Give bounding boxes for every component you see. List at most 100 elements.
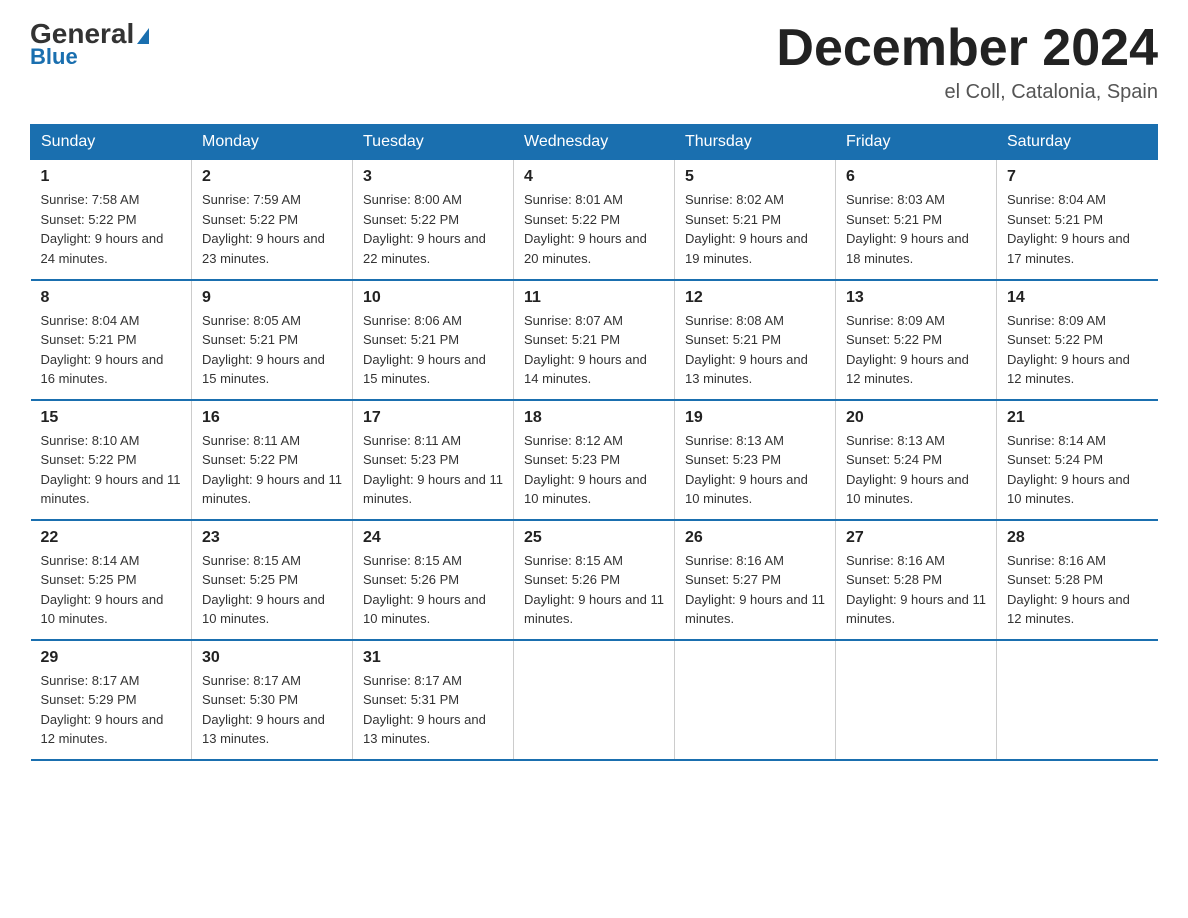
day-info: Sunrise: 8:15 AM Sunset: 5:26 PM Dayligh… [363,551,503,629]
day-info: Sunrise: 8:07 AM Sunset: 5:21 PM Dayligh… [524,311,664,389]
day-info: Sunrise: 8:16 AM Sunset: 5:27 PM Dayligh… [685,551,825,629]
week-row-5: 29 Sunrise: 8:17 AM Sunset: 5:29 PM Dayl… [31,640,1158,760]
calendar-cell: 3 Sunrise: 8:00 AM Sunset: 5:22 PM Dayli… [353,160,514,280]
calendar-cell [997,640,1158,760]
calendar-cell: 24 Sunrise: 8:15 AM Sunset: 5:26 PM Dayl… [353,520,514,640]
calendar-cell: 9 Sunrise: 8:05 AM Sunset: 5:21 PM Dayli… [192,280,353,400]
weekday-header-thursday: Thursday [675,125,836,160]
day-number: 12 [685,289,825,307]
calendar-cell: 13 Sunrise: 8:09 AM Sunset: 5:22 PM Dayl… [836,280,997,400]
calendar-cell: 10 Sunrise: 8:06 AM Sunset: 5:21 PM Dayl… [353,280,514,400]
calendar-cell: 31 Sunrise: 8:17 AM Sunset: 5:31 PM Dayl… [353,640,514,760]
calendar-cell: 21 Sunrise: 8:14 AM Sunset: 5:24 PM Dayl… [997,400,1158,520]
day-info: Sunrise: 8:04 AM Sunset: 5:21 PM Dayligh… [41,311,182,389]
header-row: SundayMondayTuesdayWednesdayThursdayFrid… [31,125,1158,160]
calendar-cell: 22 Sunrise: 8:14 AM Sunset: 5:25 PM Dayl… [31,520,192,640]
day-number: 27 [846,529,986,547]
day-info: Sunrise: 8:02 AM Sunset: 5:21 PM Dayligh… [685,190,825,268]
calendar-cell: 5 Sunrise: 8:02 AM Sunset: 5:21 PM Dayli… [675,160,836,280]
calendar-cell: 30 Sunrise: 8:17 AM Sunset: 5:30 PM Dayl… [192,640,353,760]
calendar-cell: 27 Sunrise: 8:16 AM Sunset: 5:28 PM Dayl… [836,520,997,640]
day-number: 9 [202,289,342,307]
day-info: Sunrise: 8:09 AM Sunset: 5:22 PM Dayligh… [1007,311,1148,389]
day-number: 25 [524,529,664,547]
day-info: Sunrise: 8:04 AM Sunset: 5:21 PM Dayligh… [1007,190,1148,268]
calendar-cell: 28 Sunrise: 8:16 AM Sunset: 5:28 PM Dayl… [997,520,1158,640]
calendar-cell: 4 Sunrise: 8:01 AM Sunset: 5:22 PM Dayli… [514,160,675,280]
week-row-3: 15 Sunrise: 8:10 AM Sunset: 5:22 PM Dayl… [31,400,1158,520]
day-info: Sunrise: 8:15 AM Sunset: 5:25 PM Dayligh… [202,551,342,629]
title-section: December 2024 el Coll, Catalonia, Spain [776,20,1158,104]
day-number: 29 [41,649,182,667]
day-info: Sunrise: 8:01 AM Sunset: 5:22 PM Dayligh… [524,190,664,268]
calendar-cell [675,640,836,760]
calendar-cell: 17 Sunrise: 8:11 AM Sunset: 5:23 PM Dayl… [353,400,514,520]
day-number: 22 [41,529,182,547]
day-number: 4 [524,168,664,186]
day-info: Sunrise: 8:17 AM Sunset: 5:31 PM Dayligh… [363,671,503,749]
day-number: 3 [363,168,503,186]
day-info: Sunrise: 8:03 AM Sunset: 5:21 PM Dayligh… [846,190,986,268]
calendar-cell: 1 Sunrise: 7:58 AM Sunset: 5:22 PM Dayli… [31,160,192,280]
calendar-table: SundayMondayTuesdayWednesdayThursdayFrid… [30,124,1158,761]
day-number: 18 [524,409,664,427]
day-number: 10 [363,289,503,307]
day-number: 6 [846,168,986,186]
calendar-cell: 6 Sunrise: 8:03 AM Sunset: 5:21 PM Dayli… [836,160,997,280]
calendar-cell: 26 Sunrise: 8:16 AM Sunset: 5:27 PM Dayl… [675,520,836,640]
calendar-cell: 20 Sunrise: 8:13 AM Sunset: 5:24 PM Dayl… [836,400,997,520]
day-info: Sunrise: 8:14 AM Sunset: 5:25 PM Dayligh… [41,551,182,629]
day-info: Sunrise: 8:17 AM Sunset: 5:30 PM Dayligh… [202,671,342,749]
calendar-cell: 16 Sunrise: 8:11 AM Sunset: 5:22 PM Dayl… [192,400,353,520]
logo-blue: Blue [30,44,78,70]
week-row-4: 22 Sunrise: 8:14 AM Sunset: 5:25 PM Dayl… [31,520,1158,640]
calendar-body: 1 Sunrise: 7:58 AM Sunset: 5:22 PM Dayli… [31,160,1158,760]
calendar-cell: 15 Sunrise: 8:10 AM Sunset: 5:22 PM Dayl… [31,400,192,520]
day-info: Sunrise: 8:16 AM Sunset: 5:28 PM Dayligh… [846,551,986,629]
day-info: Sunrise: 8:12 AM Sunset: 5:23 PM Dayligh… [524,431,664,509]
calendar-header: SundayMondayTuesdayWednesdayThursdayFrid… [31,125,1158,160]
logo: General Blue [30,20,149,70]
day-number: 15 [41,409,182,427]
weekday-header-wednesday: Wednesday [514,125,675,160]
day-number: 1 [41,168,182,186]
day-info: Sunrise: 7:58 AM Sunset: 5:22 PM Dayligh… [41,190,182,268]
day-info: Sunrise: 8:05 AM Sunset: 5:21 PM Dayligh… [202,311,342,389]
day-number: 17 [363,409,503,427]
calendar-cell: 19 Sunrise: 8:13 AM Sunset: 5:23 PM Dayl… [675,400,836,520]
calendar-cell: 12 Sunrise: 8:08 AM Sunset: 5:21 PM Dayl… [675,280,836,400]
calendar-cell: 14 Sunrise: 8:09 AM Sunset: 5:22 PM Dayl… [997,280,1158,400]
weekday-header-saturday: Saturday [997,125,1158,160]
day-info: Sunrise: 8:10 AM Sunset: 5:22 PM Dayligh… [41,431,182,509]
day-number: 30 [202,649,342,667]
day-info: Sunrise: 8:11 AM Sunset: 5:22 PM Dayligh… [202,431,342,509]
day-number: 21 [1007,409,1148,427]
calendar-cell [836,640,997,760]
calendar-cell: 23 Sunrise: 8:15 AM Sunset: 5:25 PM Dayl… [192,520,353,640]
day-info: Sunrise: 8:11 AM Sunset: 5:23 PM Dayligh… [363,431,503,509]
day-number: 31 [363,649,503,667]
month-title: December 2024 [776,20,1158,77]
day-number: 13 [846,289,986,307]
day-info: Sunrise: 7:59 AM Sunset: 5:22 PM Dayligh… [202,190,342,268]
day-number: 5 [685,168,825,186]
day-info: Sunrise: 8:00 AM Sunset: 5:22 PM Dayligh… [363,190,503,268]
day-number: 24 [363,529,503,547]
calendar-cell: 8 Sunrise: 8:04 AM Sunset: 5:21 PM Dayli… [31,280,192,400]
weekday-header-friday: Friday [836,125,997,160]
day-number: 7 [1007,168,1148,186]
day-number: 26 [685,529,825,547]
day-info: Sunrise: 8:13 AM Sunset: 5:23 PM Dayligh… [685,431,825,509]
day-info: Sunrise: 8:08 AM Sunset: 5:21 PM Dayligh… [685,311,825,389]
calendar-cell: 11 Sunrise: 8:07 AM Sunset: 5:21 PM Dayl… [514,280,675,400]
day-number: 11 [524,289,664,307]
day-number: 28 [1007,529,1148,547]
page-header: General Blue December 2024 el Coll, Cata… [30,20,1158,104]
day-info: Sunrise: 8:09 AM Sunset: 5:22 PM Dayligh… [846,311,986,389]
weekday-header-tuesday: Tuesday [353,125,514,160]
day-number: 19 [685,409,825,427]
calendar-cell: 2 Sunrise: 7:59 AM Sunset: 5:22 PM Dayli… [192,160,353,280]
day-number: 16 [202,409,342,427]
calendar-cell [514,640,675,760]
weekday-header-monday: Monday [192,125,353,160]
